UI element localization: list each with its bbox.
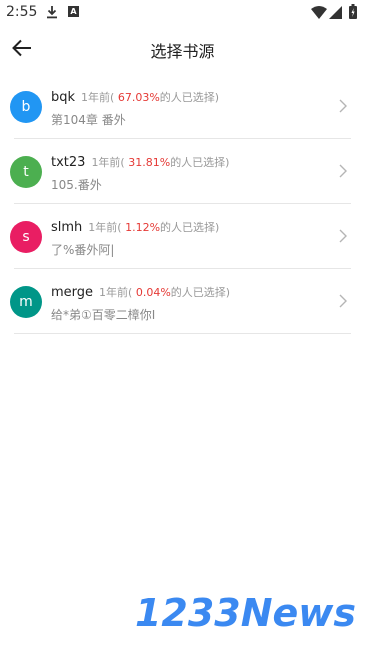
- battery-icon: [349, 4, 357, 19]
- status-time: 2:55: [6, 4, 38, 20]
- source-item[interactable]: s slmh 1年前( 1.12%的人已选择) 了%番外阿|: [0, 204, 365, 269]
- source-meta: 1年前( 31.81%的人已选择): [91, 156, 230, 169]
- watermark-logo: 1233News: [135, 591, 356, 634]
- app-bar: 选择书源: [0, 26, 365, 70]
- wifi-icon: [311, 6, 327, 19]
- percent-value: 31.81%: [124, 156, 171, 169]
- avatar: s: [10, 221, 42, 253]
- source-meta: 1年前( 67.03%的人已选择): [81, 91, 220, 104]
- watermark-text: 1233News: [135, 591, 356, 634]
- chevron-right-icon: [339, 229, 347, 243]
- download-icon: [47, 6, 57, 19]
- percent-value: 67.03%: [114, 91, 160, 104]
- source-item[interactable]: m merge 1年前( 0.04%的人已选择) 给*弟①百零二樟你I: [0, 269, 365, 334]
- percent-value: 1.12%: [121, 221, 161, 234]
- latest-chapter: 第104章 番外: [51, 113, 126, 127]
- signal-icon: [329, 6, 342, 19]
- source-name: bqk: [51, 90, 76, 105]
- percent-value: 0.04%: [132, 286, 171, 299]
- source-item[interactable]: t txt23 1年前( 31.81%的人已选择) 105.番外: [0, 139, 365, 204]
- avatar: b: [10, 91, 42, 123]
- chevron-right-icon: [339, 164, 347, 178]
- chevron-right-icon: [339, 294, 347, 308]
- avatar: t: [10, 156, 42, 188]
- page-title: 选择书源: [150, 42, 215, 61]
- source-list: b bqk 1年前( 67.03%的人已选择) 第104章 番外 t txt23 1…: [0, 74, 365, 334]
- source-name: txt23: [51, 155, 86, 170]
- avatar: m: [10, 286, 42, 318]
- app-notification-icon: A: [68, 6, 79, 17]
- source-meta: 1年前( 1.12%的人已选择): [88, 221, 220, 234]
- source-name: slmh: [51, 220, 83, 235]
- latest-chapter: 了%番外阿|: [51, 243, 115, 257]
- chevron-right-icon: [339, 99, 347, 113]
- source-name: merge: [51, 285, 94, 300]
- source-meta: 1年前( 0.04%的人已选择): [99, 286, 231, 299]
- status-bar: 2:55 A: [0, 0, 365, 26]
- source-item[interactable]: b bqk 1年前( 67.03%的人已选择) 第104章 番外: [0, 74, 365, 139]
- latest-chapter: 105.番外: [51, 178, 102, 192]
- latest-chapter: 给*弟①百零二樟你I: [51, 308, 156, 322]
